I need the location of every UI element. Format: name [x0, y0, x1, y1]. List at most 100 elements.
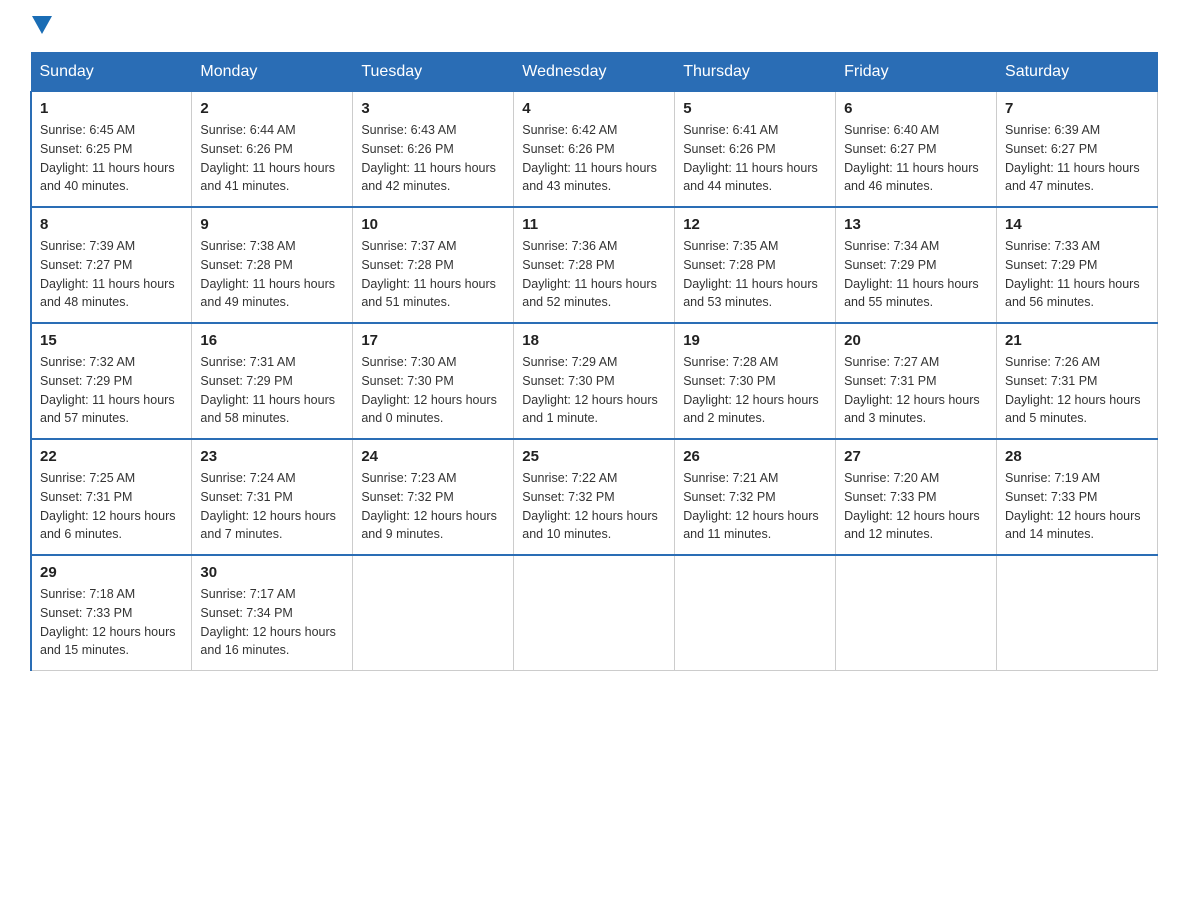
calendar-cell: 1 Sunrise: 6:45 AMSunset: 6:25 PMDaylight…	[31, 92, 192, 208]
day-info: Sunrise: 7:33 AMSunset: 7:29 PMDaylight:…	[1005, 237, 1149, 312]
calendar-cell: 4 Sunrise: 6:42 AMSunset: 6:26 PMDaylight…	[514, 92, 675, 208]
calendar-cell: 3Sunrise: 6:43 AMSunset: 6:26 PMDaylight…	[353, 92, 514, 208]
calendar-table: SundayMondayTuesdayWednesdayThursdayFrid…	[30, 52, 1158, 671]
day-info: Sunrise: 6:40 AMSunset: 6:27 PMDaylight:…	[844, 121, 988, 196]
day-info: Sunrise: 7:29 AMSunset: 7:30 PMDaylight:…	[522, 353, 666, 428]
day-info: Sunrise: 6:42 AMSunset: 6:26 PMDaylight:…	[522, 121, 666, 196]
calendar-cell	[997, 555, 1158, 671]
calendar-cell: 2 Sunrise: 6:44 AMSunset: 6:26 PMDaylight…	[192, 92, 353, 208]
column-header-tuesday: Tuesday	[353, 53, 514, 92]
day-number: 13	[844, 216, 988, 233]
day-info: Sunrise: 6:41 AMSunset: 6:26 PMDaylight:…	[683, 121, 827, 196]
day-info: Sunrise: 7:23 AMSunset: 7:32 PMDaylight:…	[361, 469, 505, 544]
day-number: 1	[40, 100, 183, 117]
header	[30, 20, 1158, 32]
calendar-cell: 18 Sunrise: 7:29 AMSunset: 7:30 PMDayligh…	[514, 323, 675, 439]
day-number: 2	[200, 100, 344, 117]
calendar-cell	[353, 555, 514, 671]
calendar-cell: 26Sunrise: 7:21 AMSunset: 7:32 PMDayligh…	[675, 439, 836, 555]
day-info: Sunrise: 7:22 AMSunset: 7:32 PMDaylight:…	[522, 469, 666, 544]
calendar-cell: 28 Sunrise: 7:19 AMSunset: 7:33 PMDayligh…	[997, 439, 1158, 555]
day-number: 20	[844, 332, 988, 349]
day-info: Sunrise: 7:24 AMSunset: 7:31 PMDaylight:…	[200, 469, 344, 544]
column-header-wednesday: Wednesday	[514, 53, 675, 92]
calendar-cell: 5 Sunrise: 6:41 AMSunset: 6:26 PMDaylight…	[675, 92, 836, 208]
day-number: 14	[1005, 216, 1149, 233]
calendar-cell	[675, 555, 836, 671]
day-info: Sunrise: 7:19 AMSunset: 7:33 PMDaylight:…	[1005, 469, 1149, 544]
day-number: 7	[1005, 100, 1149, 117]
day-info: Sunrise: 6:45 AMSunset: 6:25 PMDaylight:…	[40, 121, 183, 196]
column-header-sunday: Sunday	[31, 53, 192, 92]
logo	[30, 20, 54, 32]
calendar-cell: 9 Sunrise: 7:38 AMSunset: 7:28 PMDaylight…	[192, 207, 353, 323]
calendar-cell: 8 Sunrise: 7:39 AMSunset: 7:27 PMDaylight…	[31, 207, 192, 323]
calendar-cell: 14 Sunrise: 7:33 AMSunset: 7:29 PMDayligh…	[997, 207, 1158, 323]
calendar-cell: 30 Sunrise: 7:17 AMSunset: 7:34 PMDayligh…	[192, 555, 353, 671]
column-header-friday: Friday	[836, 53, 997, 92]
calendar-cell: 11 Sunrise: 7:36 AMSunset: 7:28 PMDayligh…	[514, 207, 675, 323]
column-header-thursday: Thursday	[675, 53, 836, 92]
day-number: 23	[200, 448, 344, 465]
day-number: 8	[40, 216, 183, 233]
day-info: Sunrise: 7:34 AMSunset: 7:29 PMDaylight:…	[844, 237, 988, 312]
day-number: 24	[361, 448, 505, 465]
day-number: 5	[683, 100, 827, 117]
day-number: 3	[361, 100, 505, 117]
day-number: 29	[40, 564, 183, 581]
calendar-cell: 10Sunrise: 7:37 AMSunset: 7:28 PMDayligh…	[353, 207, 514, 323]
calendar-cell: 15Sunrise: 7:32 AMSunset: 7:29 PMDayligh…	[31, 323, 192, 439]
day-number: 6	[844, 100, 988, 117]
calendar-cell: 24 Sunrise: 7:23 AMSunset: 7:32 PMDayligh…	[353, 439, 514, 555]
day-number: 30	[200, 564, 344, 581]
day-number: 15	[40, 332, 183, 349]
calendar-cell: 25 Sunrise: 7:22 AMSunset: 7:32 PMDayligh…	[514, 439, 675, 555]
day-number: 19	[683, 332, 827, 349]
calendar-week-4: 22 Sunrise: 7:25 AMSunset: 7:31 PMDayligh…	[31, 439, 1158, 555]
day-number: 18	[522, 332, 666, 349]
day-number: 17	[361, 332, 505, 349]
calendar-cell: 6 Sunrise: 6:40 AMSunset: 6:27 PMDaylight…	[836, 92, 997, 208]
calendar-cell	[836, 555, 997, 671]
day-info: Sunrise: 7:17 AMSunset: 7:34 PMDaylight:…	[200, 585, 344, 660]
day-number: 4	[522, 100, 666, 117]
day-info: Sunrise: 7:36 AMSunset: 7:28 PMDaylight:…	[522, 237, 666, 312]
day-number: 27	[844, 448, 988, 465]
column-header-saturday: Saturday	[997, 53, 1158, 92]
calendar-cell: 7 Sunrise: 6:39 AMSunset: 6:27 PMDaylight…	[997, 92, 1158, 208]
day-info: Sunrise: 7:39 AMSunset: 7:27 PMDaylight:…	[40, 237, 183, 312]
day-info: Sunrise: 6:39 AMSunset: 6:27 PMDaylight:…	[1005, 121, 1149, 196]
calendar-cell: 23 Sunrise: 7:24 AMSunset: 7:31 PMDayligh…	[192, 439, 353, 555]
calendar-cell: 13 Sunrise: 7:34 AMSunset: 7:29 PMDayligh…	[836, 207, 997, 323]
day-number: 25	[522, 448, 666, 465]
day-info: Sunrise: 7:27 AMSunset: 7:31 PMDaylight:…	[844, 353, 988, 428]
day-info: Sunrise: 7:35 AMSunset: 7:28 PMDaylight:…	[683, 237, 827, 312]
calendar-header-row: SundayMondayTuesdayWednesdayThursdayFrid…	[31, 53, 1158, 92]
logo-triangle-icon	[32, 16, 52, 34]
day-number: 26	[683, 448, 827, 465]
day-number: 22	[40, 448, 183, 465]
calendar-cell: 22 Sunrise: 7:25 AMSunset: 7:31 PMDayligh…	[31, 439, 192, 555]
calendar-cell	[514, 555, 675, 671]
day-info: Sunrise: 7:30 AMSunset: 7:30 PMDaylight:…	[361, 353, 505, 428]
calendar-cell: 29Sunrise: 7:18 AMSunset: 7:33 PMDayligh…	[31, 555, 192, 671]
column-header-monday: Monday	[192, 53, 353, 92]
calendar-week-5: 29Sunrise: 7:18 AMSunset: 7:33 PMDayligh…	[31, 555, 1158, 671]
day-info: Sunrise: 7:20 AMSunset: 7:33 PMDaylight:…	[844, 469, 988, 544]
day-number: 21	[1005, 332, 1149, 349]
day-number: 11	[522, 216, 666, 233]
day-number: 28	[1005, 448, 1149, 465]
day-number: 16	[200, 332, 344, 349]
day-number: 9	[200, 216, 344, 233]
calendar-cell: 27 Sunrise: 7:20 AMSunset: 7:33 PMDayligh…	[836, 439, 997, 555]
calendar-week-1: 1 Sunrise: 6:45 AMSunset: 6:25 PMDaylight…	[31, 92, 1158, 208]
calendar-week-3: 15Sunrise: 7:32 AMSunset: 7:29 PMDayligh…	[31, 323, 1158, 439]
day-number: 12	[683, 216, 827, 233]
calendar-cell: 16Sunrise: 7:31 AMSunset: 7:29 PMDayligh…	[192, 323, 353, 439]
day-info: Sunrise: 7:38 AMSunset: 7:28 PMDaylight:…	[200, 237, 344, 312]
calendar-cell: 21Sunrise: 7:26 AMSunset: 7:31 PMDayligh…	[997, 323, 1158, 439]
day-info: Sunrise: 7:28 AMSunset: 7:30 PMDaylight:…	[683, 353, 827, 428]
calendar-cell: 17 Sunrise: 7:30 AMSunset: 7:30 PMDayligh…	[353, 323, 514, 439]
day-info: Sunrise: 7:25 AMSunset: 7:31 PMDaylight:…	[40, 469, 183, 544]
day-info: Sunrise: 6:44 AMSunset: 6:26 PMDaylight:…	[200, 121, 344, 196]
